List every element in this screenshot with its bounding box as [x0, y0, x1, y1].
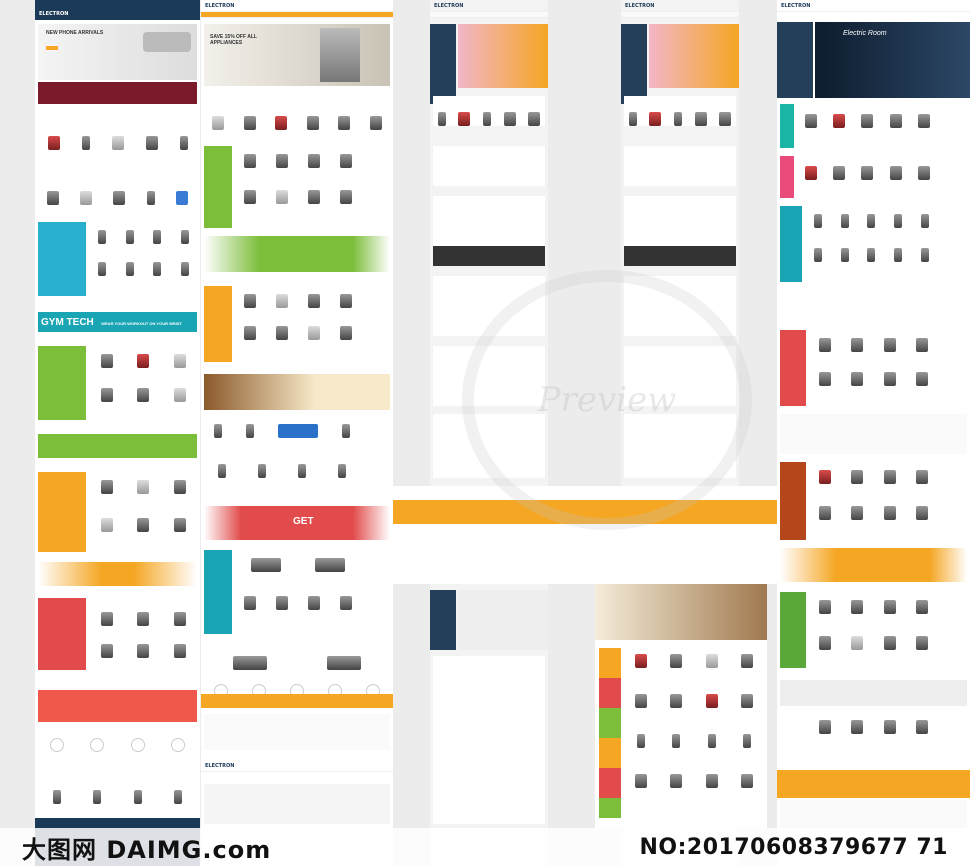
section-pink: [780, 156, 967, 198]
product-list: [433, 656, 545, 824]
gym-banner-title: GYM TECH: [41, 317, 94, 328]
hero-banner: NEW PHONE ARRIVALS: [38, 24, 197, 80]
watermark-seal: Preview: [462, 270, 752, 530]
layout-preview-vintage: [595, 584, 767, 828]
hero-banner: [458, 24, 548, 88]
product-row: [38, 764, 197, 804]
main-nav: [201, 12, 393, 18]
main-nav: [621, 12, 739, 18]
smartphone-banner: [433, 246, 545, 266]
header-bar: ELECTRON: [430, 0, 548, 12]
category-sidebar: [430, 24, 456, 104]
section-phones: [204, 418, 390, 498]
orange-promo-banner: [780, 548, 967, 582]
product-grid: [624, 146, 736, 186]
smartphone-banner: [624, 246, 736, 266]
product-row: [433, 96, 545, 126]
site-logo-2: ELECTRON: [205, 762, 235, 769]
hero-banner: Electric Room: [815, 22, 970, 98]
promo-title: GET: [293, 516, 314, 527]
watermark-left-text: 大图网 DAIMG.com: [22, 835, 272, 864]
section-laptops: [204, 550, 390, 634]
header-bar: ELECTRON: [621, 0, 739, 12]
workspace-banner: [780, 414, 967, 454]
site-logo: ELECTRON: [625, 2, 655, 9]
section-smart-phones: [38, 222, 197, 296]
footer-links: [780, 800, 967, 830]
category-sidebar: [621, 24, 647, 104]
black-friday-banner: [780, 680, 967, 706]
about-section: [204, 784, 390, 824]
promo-banner: [38, 82, 197, 104]
kitchen-promo-banner: [204, 374, 390, 410]
product-grid: [433, 146, 545, 186]
green-promo-banner: [38, 434, 197, 458]
section-kitchen: [780, 462, 967, 540]
newsletter-bar: [777, 770, 970, 798]
gym-banner-subtitle: WEAR YOUR WORKOUT ON YOUR WRIST: [101, 321, 182, 326]
section-appliances: [204, 286, 390, 362]
section-cameras: [780, 712, 967, 762]
product-row: [624, 96, 736, 126]
header-bar: ELECTRON: [201, 0, 393, 12]
category-sidebar: [777, 22, 813, 98]
gym-tech-banner: GYM TECH WEAR YOUR WORKOUT ON YOUR WRIST: [38, 312, 197, 332]
section-electronics: [38, 472, 197, 552]
site-logo: ELECTRON: [39, 11, 69, 17]
watermark-footer: 大图网 DAIMG.com NO:20170608379677 71: [0, 828, 970, 866]
hero-banner: SAVE 15% OFF ALL APPLIANCES: [204, 24, 390, 86]
header-bar: ELECTRON: [777, 0, 970, 12]
hero-title: Electric Room: [843, 30, 887, 37]
product-row: [38, 120, 197, 150]
layout-preview-1: ELECTRON NEW PHONE ARRIVALS GYM TECH WEA…: [35, 0, 200, 866]
header-bar-2: ELECTRON: [201, 760, 393, 772]
watermark-center-text: Preview: [537, 380, 677, 420]
headphones-banner: [780, 292, 967, 322]
section-teal: [780, 104, 967, 148]
header-bar: ELECTRON: [35, 0, 200, 20]
footer-links: [204, 714, 390, 750]
section-green: [780, 592, 967, 668]
red-promo-banner: GET: [204, 506, 390, 540]
red-promo-banner: [38, 690, 197, 722]
section-home-appliances: [38, 346, 197, 420]
section-kitchen: [204, 146, 390, 228]
hero-banner-2: [458, 590, 548, 650]
product-row: [204, 96, 390, 130]
orange-promo-banner: [38, 562, 197, 586]
category-sidebar-2: [430, 590, 456, 650]
layout-preview-2: ELECTRON SAVE 15% OFF ALL APPLIANCES GET…: [201, 0, 393, 866]
feature-icons: [38, 736, 197, 752]
site-logo: ELECTRON: [205, 2, 235, 9]
site-logo: ELECTRON: [781, 2, 811, 9]
watermark-right-text: NO:20170608379677 71: [639, 834, 948, 860]
main-nav: [430, 12, 548, 18]
green-promo-banner: [204, 236, 390, 272]
layout-preview-5: ELECTRON Electric Room: [777, 0, 970, 866]
monitor-banner: [204, 644, 390, 670]
section-phones: [780, 206, 967, 282]
section-laptops: [780, 330, 967, 406]
site-logo: ELECTRON: [434, 2, 464, 9]
hero-banner: [649, 24, 739, 88]
footer-band: [393, 524, 777, 584]
hero-title: SAVE 15% OFF ALL APPLIANCES: [210, 34, 257, 46]
product-row: [38, 165, 197, 205]
section-computers: [38, 598, 197, 670]
newsletter-bar: [201, 694, 393, 708]
